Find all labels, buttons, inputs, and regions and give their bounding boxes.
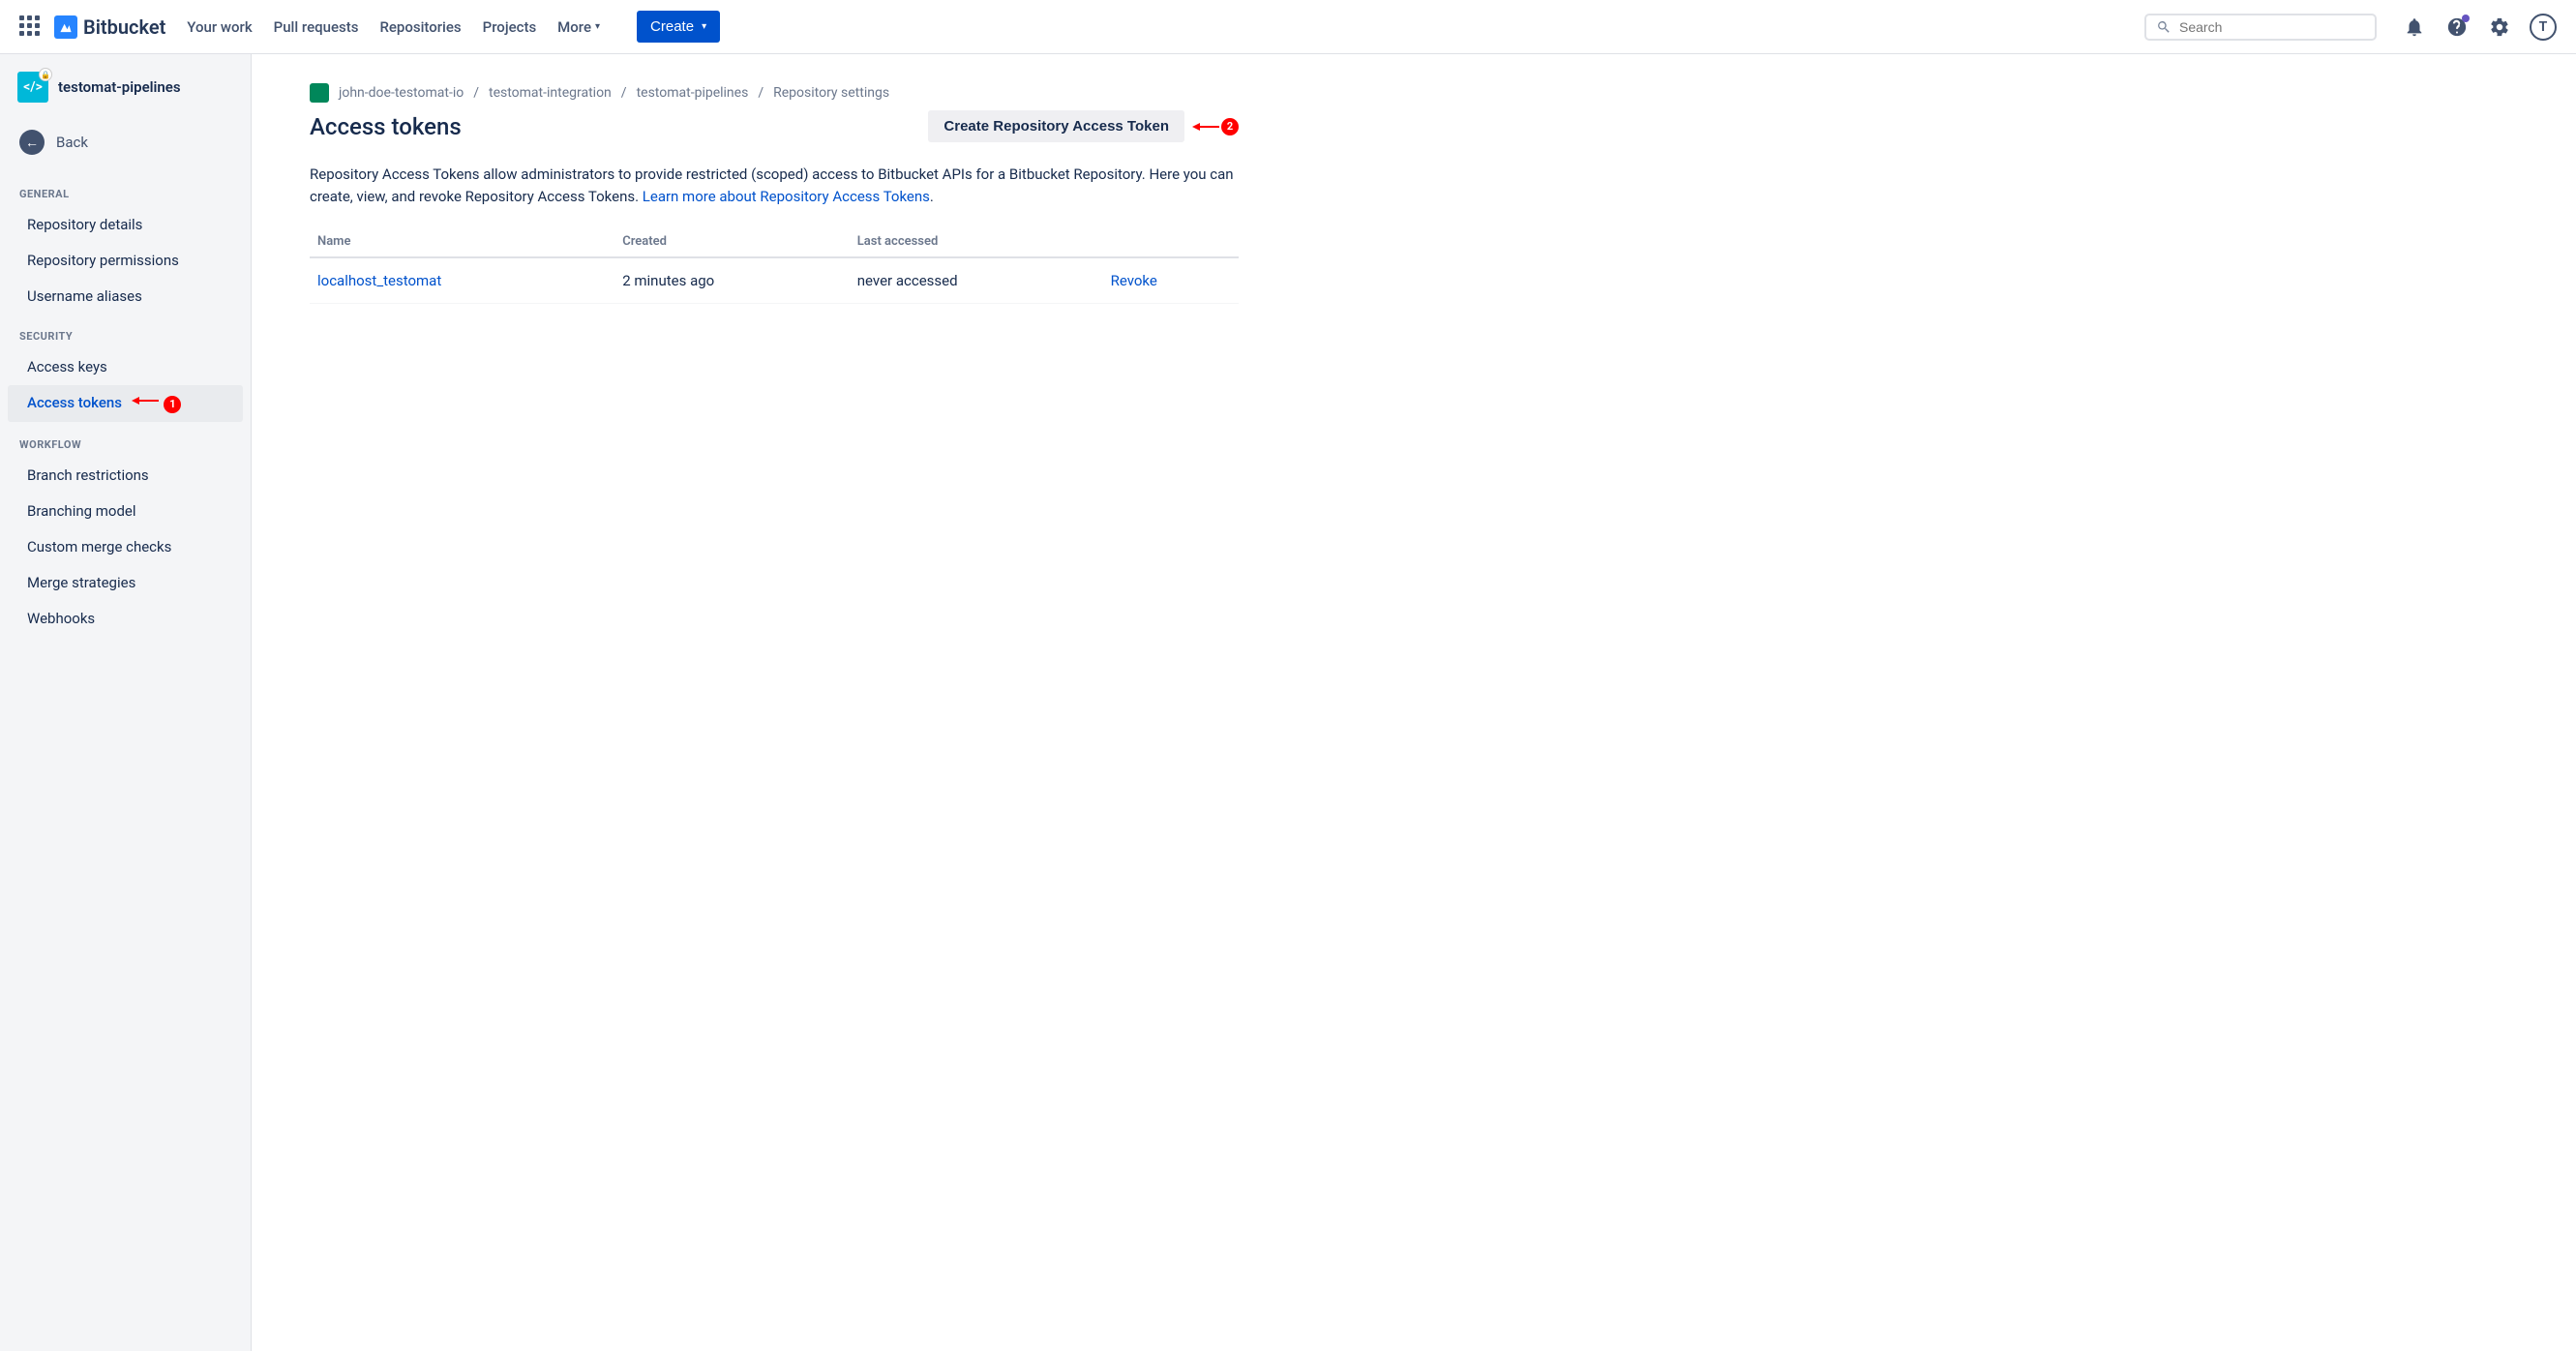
sidebar-item-webhooks[interactable]: Webhooks <box>8 601 243 636</box>
sidebar-item-custom-merge-checks[interactable]: Custom merge checks <box>8 529 243 564</box>
brand-logo-link[interactable]: Bitbucket <box>54 15 165 39</box>
breadcrumb-project[interactable]: testomat-integration <box>489 85 612 101</box>
sidebar-item-repository-permissions[interactable]: Repository permissions <box>8 243 243 278</box>
learn-more-link[interactable]: Learn more about Repository Access Token… <box>643 188 930 205</box>
create-button[interactable]: Create ▾ <box>637 11 720 43</box>
sidebar-back[interactable]: ← Back <box>0 120 251 165</box>
chevron-down-icon: ▾ <box>702 21 706 32</box>
search-box[interactable] <box>2144 14 2377 41</box>
chevron-down-icon: ▾ <box>595 21 600 32</box>
help-icon[interactable] <box>2444 15 2470 40</box>
nav-more[interactable]: More ▾ <box>557 18 600 36</box>
nav-more-label: More <box>557 18 591 36</box>
main-content: john-doe-testomat-io / testomat-integrat… <box>252 54 1297 1351</box>
sidebar-section-security: SECURITY <box>0 315 251 348</box>
breadcrumb-separator: / <box>621 85 627 101</box>
brand-name: Bitbucket <box>83 15 165 39</box>
page-description: Repository Access Tokens allow administr… <box>310 164 1239 207</box>
sidebar-item-merge-strategies[interactable]: Merge strategies <box>8 565 243 600</box>
breadcrumb-separator: / <box>473 85 479 101</box>
nav-your-work[interactable]: Your work <box>187 18 252 36</box>
sidebar-section-workflow: WORKFLOW <box>0 423 251 457</box>
sidebar-item-username-aliases[interactable]: Username aliases <box>8 279 243 314</box>
app-switcher-icon[interactable] <box>19 15 43 39</box>
table-row: localhost_testomat 2 minutes ago never a… <box>310 257 1239 304</box>
annotation-arrow-icon <box>1192 120 1219 134</box>
annotation-step-1: 1 <box>164 396 181 413</box>
sidebar: </> 🔒 testomat-pipelines ← Back GENERAL … <box>0 54 252 1351</box>
sidebar-repo-name: testomat-pipelines <box>58 78 181 96</box>
breadcrumb: john-doe-testomat-io / testomat-integrat… <box>310 83 1239 103</box>
sidebar-repo-header[interactable]: </> 🔒 testomat-pipelines <box>0 72 251 116</box>
search-icon <box>2156 19 2172 35</box>
description-end: . <box>930 188 934 205</box>
sidebar-item-branch-restrictions[interactable]: Branch restrictions <box>8 458 243 493</box>
repo-badge-icon: </> 🔒 <box>17 72 48 103</box>
back-arrow-icon: ← <box>19 130 45 155</box>
annotation-arrow-icon <box>132 394 159 407</box>
lock-icon: 🔒 <box>39 68 52 81</box>
top-navigation: Bitbucket Your work Pull requests Reposi… <box>0 0 2576 54</box>
nav-repositories[interactable]: Repositories <box>379 18 461 36</box>
breadcrumb-workspace[interactable]: john-doe-testomat-io <box>339 85 464 101</box>
breadcrumb-separator: / <box>758 85 764 101</box>
user-avatar[interactable]: T <box>2530 14 2557 41</box>
sidebar-item-label: Access tokens <box>27 394 122 411</box>
settings-icon[interactable] <box>2487 15 2512 40</box>
breadcrumb-page[interactable]: Repository settings <box>773 85 889 101</box>
revoke-link[interactable]: Revoke <box>1111 272 1157 289</box>
page-title: Access tokens <box>310 113 462 140</box>
annotation-step-2: 2 <box>1221 118 1239 135</box>
tokens-table: Name Created Last accessed localhost_tes… <box>310 226 1239 304</box>
sidebar-item-access-keys[interactable]: Access keys <box>8 349 243 384</box>
nav-projects[interactable]: Projects <box>483 18 537 36</box>
nav-pull-requests[interactable]: Pull requests <box>274 18 359 36</box>
th-last-accessed: Last accessed <box>850 226 1103 257</box>
avatar-letter: T <box>2539 19 2548 35</box>
sidebar-item-branching-model[interactable]: Branching model <box>8 494 243 528</box>
notifications-icon[interactable] <box>2402 15 2427 40</box>
token-created: 2 minutes ago <box>614 257 850 304</box>
th-name: Name <box>310 226 614 257</box>
create-token-button[interactable]: Create Repository Access Token <box>928 110 1184 142</box>
table-header-row: Name Created Last accessed <box>310 226 1239 257</box>
sidebar-back-label: Back <box>56 134 88 151</box>
token-last-accessed: never accessed <box>850 257 1103 304</box>
th-created: Created <box>614 226 850 257</box>
search-input[interactable] <box>2179 19 2365 35</box>
create-button-label: Create <box>650 18 694 35</box>
nav-links: Your work Pull requests Repositories Pro… <box>187 11 720 43</box>
th-actions <box>1103 226 1239 257</box>
workspace-icon <box>310 83 329 103</box>
breadcrumb-repo[interactable]: testomat-pipelines <box>637 85 749 101</box>
help-notification-dot <box>2462 15 2470 22</box>
bitbucket-logo-icon <box>54 15 77 39</box>
sidebar-section-general: GENERAL <box>0 172 251 206</box>
token-name-link[interactable]: localhost_testomat <box>317 272 441 289</box>
topnav-right-icons: T <box>2402 14 2557 41</box>
sidebar-item-access-tokens[interactable]: Access tokens 1 <box>8 385 243 422</box>
sidebar-item-repository-details[interactable]: Repository details <box>8 207 243 242</box>
